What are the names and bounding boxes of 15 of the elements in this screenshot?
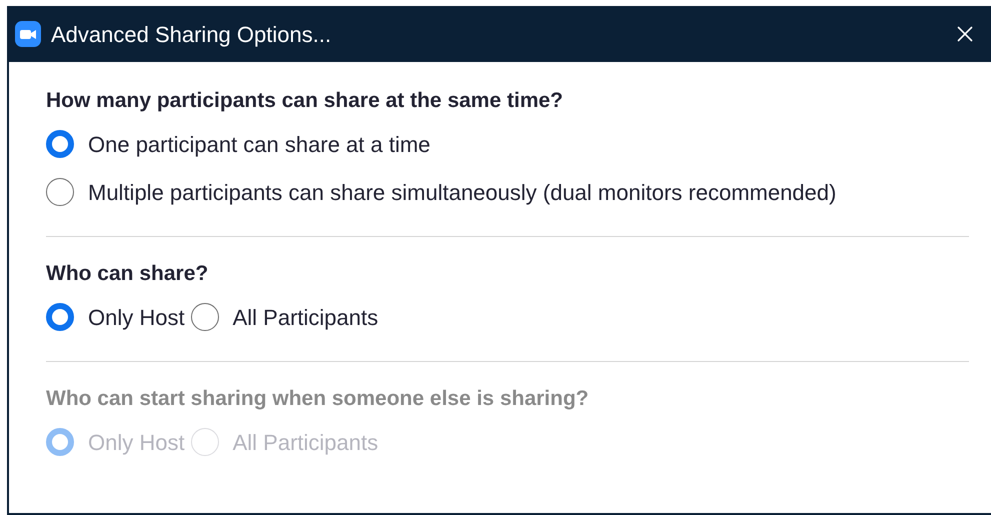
- window-title: Advanced Sharing Options...: [51, 20, 332, 49]
- radio-button[interactable]: [46, 303, 74, 331]
- section-question: Who can share?: [46, 261, 210, 288]
- radio-button[interactable]: [46, 130, 74, 158]
- option-label: Only Host: [88, 304, 185, 332]
- radio-button[interactable]: [46, 178, 74, 206]
- section-question: How many participants can share at the same time?: [46, 88, 564, 114]
- option-label: All Participants: [232, 428, 378, 457]
- radio-button[interactable]: [190, 303, 219, 331]
- option-label: Multiple participants can share simultaneously (dual monitors recommended): [88, 178, 836, 207]
- option-label: All Participants: [232, 304, 378, 332]
- option-label: Only Host: [88, 428, 185, 457]
- section-question: Who can start sharing when someone else is sharing?: [46, 386, 590, 412]
- video-camera-icon: [15, 21, 41, 47]
- option-label: One participant can share at a time: [88, 130, 430, 159]
